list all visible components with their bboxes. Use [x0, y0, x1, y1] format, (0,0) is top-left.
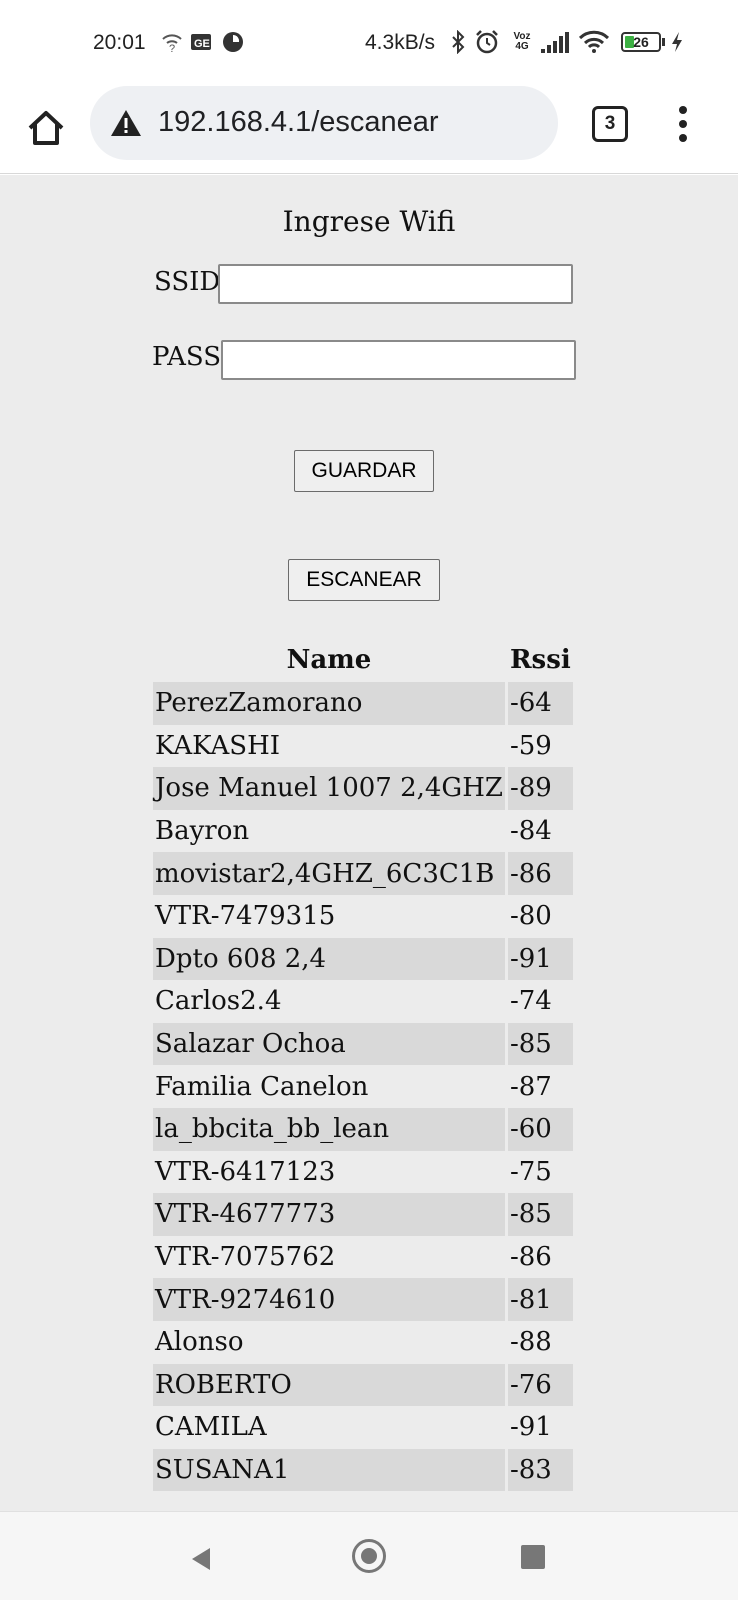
- network-name: CAMILA: [155, 1412, 267, 1443]
- network-name: VTR-6417123: [155, 1156, 336, 1187]
- sim-card-icon: GE: [190, 30, 212, 54]
- bluetooth-icon: [449, 30, 467, 54]
- volte-label-bottom: 4G: [515, 41, 529, 52]
- signal-icon: [540, 30, 570, 54]
- recents-icon[interactable]: [521, 1545, 545, 1569]
- table-row: KAKASHI -59: [153, 725, 573, 768]
- table-row: Salazar Ochoa -85: [153, 1022, 573, 1066]
- table-row: movistar2,4GHZ_6C3C1B -86: [153, 852, 573, 895]
- table-row: VTR-4677773 -85: [153, 1193, 573, 1236]
- header-name: Name: [286, 645, 372, 675]
- network-rssi: -88: [509, 1327, 552, 1358]
- network-name: Dpto 608 2,4: [153, 937, 505, 981]
- web-page: Ingrese Wifi SSID PASS GUARDAR ESCANEAR …: [0, 175, 738, 1511]
- pass-input[interactable]: [221, 340, 576, 380]
- network-name: Bayron: [155, 816, 250, 847]
- network-name: KAKASHI: [155, 730, 281, 761]
- network-name: SUSANA1: [153, 1448, 505, 1492]
- app-notification-icon: [221, 30, 245, 54]
- url-text[interactable]: 192.168.4.1/escanear: [158, 106, 439, 139]
- table-row: VTR-9274610 -81: [153, 1278, 573, 1321]
- header-rssi: Rssi: [509, 645, 571, 675]
- status-time: 20:01: [93, 31, 146, 54]
- warning-icon[interactable]: [110, 108, 142, 138]
- network-speed: 4.3kB/s: [365, 31, 436, 54]
- network-rssi: -86: [509, 1242, 552, 1273]
- network-name: la_bbcita_bb_lean: [153, 1107, 505, 1151]
- networks-rows: PerezZamorano -64 KAKASHI -59 Jose Manuel 10…: [153, 682, 573, 1492]
- network-rssi: -85: [507, 1022, 573, 1066]
- network-rssi: -81: [507, 1278, 573, 1321]
- volte-icon: Voz 4G: [510, 30, 534, 54]
- table-row: VTR-7075762 -86: [153, 1236, 573, 1279]
- network-name: VTR-4677773: [153, 1193, 505, 1236]
- network-rssi: -59: [509, 730, 552, 761]
- network-rssi: -60: [507, 1107, 573, 1151]
- table-row: ROBERTO -76: [153, 1363, 573, 1407]
- table-row: la_bbcita_bb_lean -60: [153, 1107, 573, 1151]
- save-button[interactable]: GUARDAR: [294, 450, 434, 492]
- network-name: VTR-7479315: [155, 901, 336, 932]
- table-row: Jose Manuel 1007 2,4GHZ -89: [153, 767, 573, 810]
- network-name: Alonso: [155, 1327, 244, 1358]
- ssid-label: SSID: [154, 267, 221, 297]
- networks-table: Name Rssi PerezZamorano -64 KAKASHI -59 Jose…: [150, 638, 576, 1492]
- home-circle-icon[interactable]: [352, 1539, 386, 1573]
- network-rssi: -91: [509, 1412, 552, 1443]
- table-row: Bayron -84: [153, 810, 573, 853]
- svg-text:GE: GE: [194, 38, 210, 50]
- battery-icon: 26: [620, 30, 666, 54]
- system-nav-bar: [0, 1511, 738, 1600]
- network-rssi: -91: [507, 937, 573, 981]
- table-row: PerezZamorano -64: [153, 682, 573, 725]
- pass-label: PASS: [152, 342, 222, 372]
- ssid-input[interactable]: [218, 264, 573, 304]
- network-rssi: -76: [507, 1363, 573, 1407]
- more-vert-icon[interactable]: [668, 102, 698, 146]
- tabs-icon[interactable]: 3: [592, 106, 628, 142]
- wifi-icon: [578, 30, 610, 54]
- network-rssi: -84: [509, 816, 552, 847]
- home-icon[interactable]: [24, 106, 68, 150]
- network-name: PerezZamorano: [153, 682, 505, 725]
- scan-button[interactable]: ESCANEAR: [288, 559, 440, 601]
- network-name: Familia Canelon: [155, 1071, 369, 1102]
- wifi-question-icon: ?: [161, 30, 183, 54]
- back-icon[interactable]: [190, 1546, 212, 1576]
- url-bar[interactable]: 192.168.4.1/escanear: [90, 86, 558, 160]
- status-bar: 20:01 ? GE 4.3kB/s Voz 4G 26: [0, 0, 738, 86]
- charging-icon: [670, 30, 684, 54]
- table-row: Dpto 608 2,4 -91: [153, 937, 573, 981]
- browser-toolbar: 192.168.4.1/escanear 3: [0, 86, 738, 174]
- table-row: VTR-6417123 -75: [153, 1151, 573, 1194]
- network-rssi: -75: [509, 1156, 552, 1187]
- table-row: VTR-7479315 -80: [153, 895, 573, 938]
- network-rssi: -89: [507, 767, 573, 810]
- network-name: movistar2,4GHZ_6C3C1B: [153, 852, 505, 895]
- network-rssi: -80: [509, 901, 552, 932]
- battery-level: 26: [633, 34, 649, 50]
- table-row: Alonso -88: [153, 1321, 573, 1364]
- table-row: Carlos2.4 -74: [153, 980, 573, 1023]
- network-rssi: -85: [507, 1193, 573, 1236]
- network-rssi: -83: [507, 1448, 573, 1492]
- table-header-row: Name Rssi: [153, 638, 573, 682]
- page-title: Ingrese Wifi: [282, 205, 456, 238]
- network-rssi: -74: [509, 986, 552, 1017]
- table-row: CAMILA -91: [153, 1406, 573, 1449]
- network-name: ROBERTO: [153, 1363, 505, 1407]
- network-name: Jose Manuel 1007 2,4GHZ: [153, 767, 505, 810]
- network-rssi: -64: [507, 682, 573, 725]
- network-name: VTR-9274610: [153, 1278, 505, 1321]
- alarm-icon: [474, 30, 500, 54]
- svg-text:?: ?: [169, 43, 175, 53]
- network-rssi: -87: [509, 1071, 552, 1102]
- network-name: VTR-7075762: [155, 1242, 336, 1273]
- network-name: Carlos2.4: [155, 986, 282, 1017]
- network-name: Salazar Ochoa: [153, 1022, 505, 1066]
- table-row: Familia Canelon -87: [153, 1065, 573, 1108]
- table-row: SUSANA1 -83: [153, 1448, 573, 1492]
- network-rssi: -86: [507, 852, 573, 895]
